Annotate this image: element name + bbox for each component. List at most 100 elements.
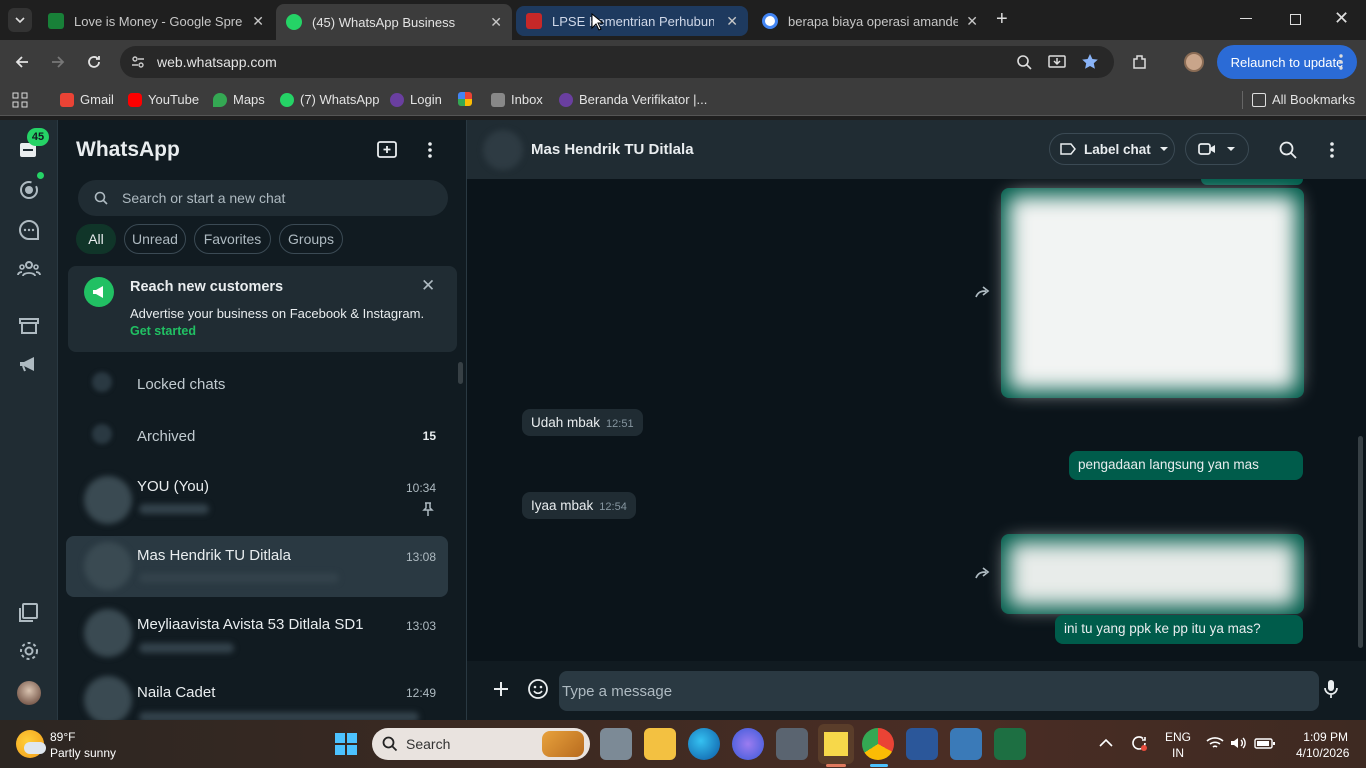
tab-google[interactable]: berapa biaya operasi amandel - Google ✕ <box>752 6 988 36</box>
bookmark-inbox[interactable]: Inbox <box>491 92 543 107</box>
reload-icon[interactable] <box>86 54 102 70</box>
tab-search-button[interactable] <box>8 8 32 32</box>
chrome-app[interactable] <box>862 728 894 760</box>
bookmark-beranda[interactable]: Beranda Verifikator |... <box>559 92 707 107</box>
label-chat-button[interactable]: Label chat <box>1049 133 1175 165</box>
forward-icon[interactable] <box>975 285 991 299</box>
excel-app[interactable] <box>994 728 1026 760</box>
catalog-button[interactable] <box>17 314 41 338</box>
filter-unread[interactable]: Unread <box>124 224 186 254</box>
menu-dots-icon[interactable] <box>427 141 433 159</box>
battery-icon[interactable] <box>1254 736 1276 750</box>
forward-icon[interactable] <box>975 566 991 580</box>
media-message[interactable] <box>1001 188 1304 398</box>
avatar <box>84 476 132 524</box>
bookmark-photos[interactable] <box>458 92 472 106</box>
apps-grid-icon[interactable] <box>12 92 28 108</box>
word-app[interactable] <box>906 728 938 760</box>
profile-avatar[interactable] <box>17 681 41 705</box>
zoom-icon[interactable] <box>1016 54 1032 70</box>
tab-lpse[interactable]: LPSE Kementrian Perhubungan ✕ <box>516 6 748 36</box>
media-message[interactable] <box>1001 534 1304 614</box>
address-bar[interactable]: web.whatsapp.com <box>120 46 1114 78</box>
locked-chats-row[interactable]: Locked chats <box>66 364 448 404</box>
message-input[interactable] <box>559 671 1319 711</box>
all-bookmarks-button[interactable]: All Bookmarks <box>1252 92 1355 107</box>
menu-dots-icon[interactable] <box>1329 141 1335 159</box>
bookmark-star-icon[interactable] <box>1081 53 1099 71</box>
communities-button[interactable] <box>17 257 41 281</box>
channels-button[interactable] <box>17 218 41 242</box>
tab-spreadsheet[interactable]: Love is Money - Google Spreadsheet ✕ <box>38 6 274 36</box>
filter-favorites[interactable]: Favorites <box>194 224 271 254</box>
media-button[interactable] <box>17 600 41 624</box>
attach-plus-icon[interactable] <box>493 681 509 697</box>
copilot-app[interactable] <box>732 728 764 760</box>
volume-icon[interactable] <box>1230 736 1248 750</box>
close-icon[interactable]: ✕ <box>252 13 264 30</box>
window-close-button[interactable]: ✕ <box>1334 8 1349 29</box>
wifi-icon[interactable] <box>1206 736 1224 750</box>
close-icon[interactable]: ✕ <box>421 276 435 296</box>
start-button[interactable] <box>334 732 358 756</box>
advertise-button[interactable] <box>17 352 41 376</box>
chat-row-meyliaavista[interactable]: Meyliaavista Avista 53 Ditlala SD1 13:03 <box>66 600 448 666</box>
profile-avatar[interactable] <box>1184 52 1204 72</box>
get-started-link[interactable]: Get started <box>130 324 196 338</box>
language-indicator[interactable]: ENG IN <box>1165 729 1191 761</box>
sticky-notes-app[interactable] <box>818 724 854 764</box>
filter-all[interactable]: All <box>76 224 116 254</box>
calculator-app[interactable] <box>950 728 982 760</box>
search-input[interactable]: Search or start a new chat <box>78 180 448 216</box>
file-explorer-app[interactable] <box>644 728 676 760</box>
scrollbar-thumb[interactable] <box>1358 436 1363 648</box>
bookmark-youtube[interactable]: YouTube <box>128 92 199 107</box>
back-arrow-icon[interactable] <box>14 54 30 70</box>
emoji-sticker-icon[interactable] <box>527 678 549 700</box>
status-button[interactable] <box>17 178 41 202</box>
contact-name[interactable]: Mas Hendrik TU Ditlala <box>531 141 694 158</box>
chat-row-you[interactable]: YOU (You) 10:34 <box>66 466 448 534</box>
new-chat-icon[interactable] <box>377 140 399 160</box>
bookmark-whatsapp[interactable]: (7) WhatsApp <box>280 92 379 107</box>
search-icon[interactable] <box>1279 141 1297 159</box>
chevron-up-icon[interactable] <box>1099 738 1113 748</box>
windows-logo-icon <box>335 733 357 755</box>
edge-app[interactable] <box>688 728 720 760</box>
taskbar-search[interactable]: Search <box>372 728 590 760</box>
install-app-icon[interactable] <box>1048 54 1066 70</box>
sync-icon[interactable] <box>1130 734 1148 752</box>
filter-groups[interactable]: Groups <box>279 224 343 254</box>
forward-arrow-icon[interactable] <box>50 54 66 70</box>
scrollbar-thumb[interactable] <box>458 362 463 384</box>
cloud-shape <box>24 742 46 754</box>
site-info-icon[interactable] <box>130 54 146 70</box>
bookmark-maps[interactable]: Maps <box>213 92 265 107</box>
tab-whatsapp[interactable]: (45) WhatsApp Business ✕ <box>276 4 512 40</box>
camera-app[interactable] <box>776 728 808 760</box>
new-tab-button[interactable]: + <box>996 8 1008 31</box>
archived-row[interactable]: Archived 15 <box>66 416 448 456</box>
bookmark-login[interactable]: Login <box>390 92 442 107</box>
more-options-icon[interactable] <box>1338 53 1344 71</box>
video-call-button[interactable] <box>1185 133 1249 165</box>
weather-widget[interactable]: 89°F Partly sunny <box>14 728 154 762</box>
close-icon[interactable]: ✕ <box>966 13 978 30</box>
contact-avatar[interactable] <box>483 130 523 170</box>
minimize-button[interactable] <box>1240 18 1252 19</box>
chevron-down-icon <box>1159 147 1168 151</box>
close-icon[interactable]: ✕ <box>726 13 738 30</box>
chat-row-naila[interactable]: Naila Cadet 12:49 <box>66 670 448 720</box>
video-camera-icon <box>1198 143 1215 155</box>
relaunch-button[interactable]: Relaunch to update <box>1217 45 1357 79</box>
close-icon[interactable]: ✕ <box>490 14 502 31</box>
microphone-icon[interactable] <box>1324 679 1338 699</box>
restore-button[interactable] <box>1290 14 1301 25</box>
bookmark-gmail[interactable]: Gmail <box>60 92 114 107</box>
chat-row-hendrik[interactable]: Mas Hendrik TU Ditlala 13:08 <box>66 536 448 597</box>
settings-button[interactable] <box>17 639 41 663</box>
task-view-app[interactable] <box>600 728 632 760</box>
gear-icon <box>20 642 38 660</box>
extensions-icon[interactable] <box>1131 53 1149 71</box>
clock[interactable]: 1:09 PM 4/10/2026 <box>1296 729 1349 761</box>
